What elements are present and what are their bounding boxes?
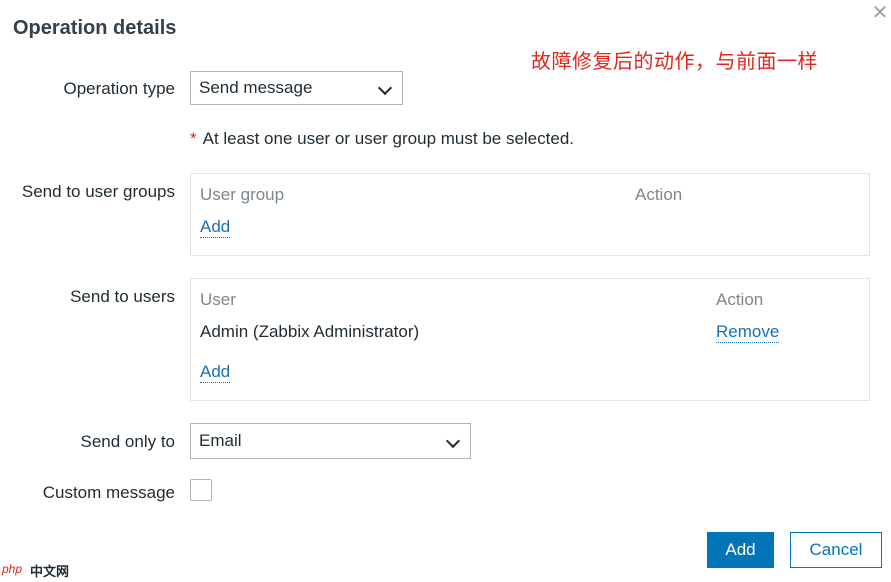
users-table: User Action Admin (Zabbix Administrator)…: [190, 278, 870, 401]
operation-type-value: Send message: [199, 78, 313, 97]
send-to-users-label: Send to users: [70, 287, 175, 306]
add-button[interactable]: Add: [707, 532, 774, 568]
chevron-down-icon: [445, 433, 461, 449]
send-to-user-groups-label: Send to user groups: [21, 182, 175, 201]
watermark-logo: php: [2, 562, 23, 576]
remove-user-link[interactable]: Remove: [716, 322, 780, 343]
cancel-button[interactable]: Cancel: [790, 532, 882, 568]
send-only-to-label: Send only to: [80, 432, 175, 451]
operation-type-select[interactable]: Send message: [190, 71, 403, 105]
add-user-group-link[interactable]: Add: [200, 217, 231, 238]
send-only-to-select[interactable]: Email: [190, 423, 471, 459]
close-icon[interactable]: ✕: [871, 3, 889, 23]
user-column-header: User: [200, 290, 236, 309]
user-groups-table: User group Action Add: [190, 173, 870, 256]
required-note: * At least one user or user group must be…: [190, 129, 574, 149]
required-note-text: At least one user or user group must be …: [202, 129, 574, 148]
add-user-link[interactable]: Add: [200, 362, 231, 383]
user-groups-action-column-header: Action: [635, 185, 683, 204]
operation-type-label: Operation type: [63, 79, 175, 98]
send-only-to-value: Email: [199, 431, 242, 450]
user-group-column-header: User group: [200, 185, 285, 204]
required-asterisk: *: [190, 129, 197, 148]
table-row-user: Admin (Zabbix Administrator): [200, 322, 420, 341]
users-action-column-header: Action: [716, 290, 764, 309]
custom-message-checkbox[interactable]: [190, 479, 212, 501]
chevron-down-icon: [377, 80, 393, 96]
dialog-title: Operation details: [13, 17, 177, 39]
custom-message-label: Custom message: [42, 483, 175, 502]
watermark-text: 中文网: [30, 564, 70, 579]
annotation-text: 故障修复后的动作，与前面一样: [531, 49, 818, 73]
